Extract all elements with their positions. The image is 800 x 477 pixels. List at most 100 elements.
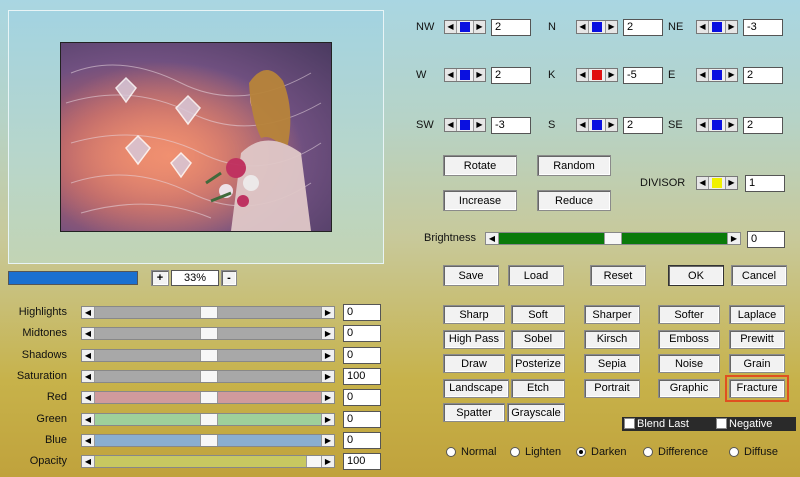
matrix-left-arrow-k[interactable]: ◀ xyxy=(577,69,589,81)
preset-fracture-button[interactable]: Fracture xyxy=(725,374,789,402)
reset-button[interactable]: Reset xyxy=(590,265,646,286)
adjust-thumb-highlights[interactable] xyxy=(200,307,218,318)
cancel-button[interactable]: Cancel xyxy=(731,265,787,286)
adjust-slider-opacity[interactable]: ◀ ▶ xyxy=(81,455,335,469)
adjust-right-arrow-opacity[interactable]: ▶ xyxy=(321,456,334,468)
matrix-right-arrow-k[interactable]: ▶ xyxy=(605,69,617,81)
preset-laplace-button[interactable]: Laplace xyxy=(729,305,785,324)
rotate-button[interactable]: Rotate xyxy=(443,155,517,176)
difference-radio[interactable] xyxy=(643,447,653,457)
save-button[interactable]: Save xyxy=(443,265,499,286)
adjust-left-arrow-opacity[interactable]: ◀ xyxy=(82,456,95,468)
matrix-right-arrow-ne[interactable]: ▶ xyxy=(725,21,737,33)
preset-prewitt-button[interactable]: Prewitt xyxy=(729,329,785,349)
matrix-left-arrow-nw[interactable]: ◀ xyxy=(445,21,457,33)
matrix-slider-n[interactable]: ◀ ▶ xyxy=(576,20,618,34)
preset-softer-button[interactable]: Softer xyxy=(658,305,720,324)
matrix-slider-ne[interactable]: ◀ ▶ xyxy=(696,20,738,34)
matrix-left-arrow-w[interactable]: ◀ xyxy=(445,69,457,81)
matrix-knob-ne[interactable] xyxy=(712,22,722,32)
matrix-right-arrow-n[interactable]: ▶ xyxy=(605,21,617,33)
random-button[interactable]: Random xyxy=(537,155,611,176)
divisor-field[interactable]: 1 xyxy=(745,175,785,192)
matrix-slider-k[interactable]: ◀ ▶ xyxy=(576,68,618,82)
adjust-thumb-blue[interactable] xyxy=(200,434,218,446)
preset-sepia-button[interactable]: Sepia xyxy=(584,354,640,373)
zoom-out-button[interactable]: - xyxy=(221,270,237,286)
zoom-in-button[interactable]: + xyxy=(151,270,169,286)
adjust-slider-midtones[interactable]: ◀ ▶ xyxy=(81,327,335,341)
adjust-field-opacity[interactable]: 100 xyxy=(343,453,381,471)
preset-kirsch-button[interactable]: Kirsch xyxy=(584,329,640,349)
adjust-field-highlights[interactable]: 0 xyxy=(343,304,381,321)
adjust-slider-blue[interactable]: ◀ ▶ xyxy=(81,433,335,447)
preset-noise-button[interactable]: Noise xyxy=(658,354,720,373)
adjust-thumb-midtones[interactable] xyxy=(200,328,218,340)
preview-image[interactable] xyxy=(60,42,332,232)
increase-button[interactable]: Increase xyxy=(443,190,517,211)
matrix-field-w[interactable]: 2 xyxy=(491,67,531,84)
matrix-left-arrow-ne[interactable]: ◀ xyxy=(697,21,709,33)
brightness-left-arrow[interactable]: ◀ xyxy=(486,233,499,244)
adjust-left-arrow-saturation[interactable]: ◀ xyxy=(82,370,95,382)
matrix-left-arrow-n[interactable]: ◀ xyxy=(577,21,589,33)
ok-button[interactable]: OK xyxy=(668,265,724,286)
matrix-right-arrow-e[interactable]: ▶ xyxy=(725,69,737,81)
adjust-right-arrow-blue[interactable]: ▶ xyxy=(321,434,334,446)
brightness-field[interactable]: 0 xyxy=(747,231,785,248)
matrix-slider-e[interactable]: ◀ ▶ xyxy=(696,68,738,82)
matrix-left-arrow-se[interactable]: ◀ xyxy=(697,119,709,131)
adjust-field-midtones[interactable]: 0 xyxy=(343,325,381,343)
matrix-field-ne[interactable]: -3 xyxy=(743,19,783,36)
divisor-left-arrow[interactable]: ◀ xyxy=(697,177,709,189)
adjust-left-arrow-highlights[interactable]: ◀ xyxy=(82,307,95,318)
adjust-slider-red[interactable]: ◀ ▶ xyxy=(81,391,335,405)
adjust-left-arrow-midtones[interactable]: ◀ xyxy=(82,328,95,340)
adjust-field-shadows[interactable]: 0 xyxy=(343,346,381,364)
brightness-right-arrow[interactable]: ▶ xyxy=(727,233,740,244)
blend-last-checkbox[interactable] xyxy=(624,418,635,429)
matrix-left-arrow-sw[interactable]: ◀ xyxy=(445,119,457,131)
preset-sharper-button[interactable]: Sharper xyxy=(584,305,640,324)
adjust-thumb-red[interactable] xyxy=(200,392,218,404)
preset-landscape-button[interactable]: Landscape xyxy=(443,378,509,398)
adjust-right-arrow-shadows[interactable]: ▶ xyxy=(321,349,334,361)
adjust-right-arrow-midtones[interactable]: ▶ xyxy=(321,328,334,340)
adjust-slider-saturation[interactable]: ◀ ▶ xyxy=(81,369,335,383)
preset-grayscale-button[interactable]: Grayscale xyxy=(507,403,565,422)
matrix-field-se[interactable]: 2 xyxy=(743,117,783,134)
preset-graphic-button[interactable]: Graphic xyxy=(658,378,720,398)
negative-checkbox[interactable] xyxy=(716,418,727,429)
preset-posterize-button[interactable]: Posterize xyxy=(511,354,565,373)
adjust-left-arrow-red[interactable]: ◀ xyxy=(82,392,95,404)
matrix-left-arrow-e[interactable]: ◀ xyxy=(697,69,709,81)
matrix-slider-w[interactable]: ◀ ▶ xyxy=(444,68,486,82)
preset-high-pass-button[interactable]: High Pass xyxy=(443,329,505,349)
matrix-right-arrow-se[interactable]: ▶ xyxy=(725,119,737,131)
preset-sobel-button[interactable]: Sobel xyxy=(511,329,565,349)
matrix-slider-se[interactable]: ◀ ▶ xyxy=(696,118,738,132)
matrix-knob-nw[interactable] xyxy=(460,22,470,32)
matrix-field-s[interactable]: 2 xyxy=(623,117,663,134)
preset-portrait-button[interactable]: Portrait xyxy=(584,378,640,398)
adjust-right-arrow-highlights[interactable]: ▶ xyxy=(321,307,334,318)
brightness-thumb[interactable] xyxy=(604,233,622,244)
adjust-right-arrow-red[interactable]: ▶ xyxy=(321,392,334,404)
adjust-left-arrow-green[interactable]: ◀ xyxy=(82,413,95,425)
matrix-knob-w[interactable] xyxy=(460,70,470,80)
preset-sharp-button[interactable]: Sharp xyxy=(443,305,505,324)
preset-etch-button[interactable]: Etch xyxy=(511,378,565,398)
adjust-field-red[interactable]: 0 xyxy=(343,389,381,407)
preset-grain-button[interactable]: Grain xyxy=(729,354,785,373)
adjust-left-arrow-shadows[interactable]: ◀ xyxy=(82,349,95,361)
reduce-button[interactable]: Reduce xyxy=(537,190,611,211)
adjust-field-green[interactable]: 0 xyxy=(343,410,381,428)
preset-soft-button[interactable]: Soft xyxy=(511,305,565,324)
adjust-thumb-green[interactable] xyxy=(200,413,218,425)
adjust-field-saturation[interactable]: 100 xyxy=(343,367,381,385)
matrix-knob-k[interactable] xyxy=(592,70,602,80)
matrix-knob-se[interactable] xyxy=(712,120,722,130)
adjust-right-arrow-green[interactable]: ▶ xyxy=(321,413,334,425)
adjust-slider-shadows[interactable]: ◀ ▶ xyxy=(81,348,335,362)
matrix-right-arrow-sw[interactable]: ▶ xyxy=(473,119,485,131)
